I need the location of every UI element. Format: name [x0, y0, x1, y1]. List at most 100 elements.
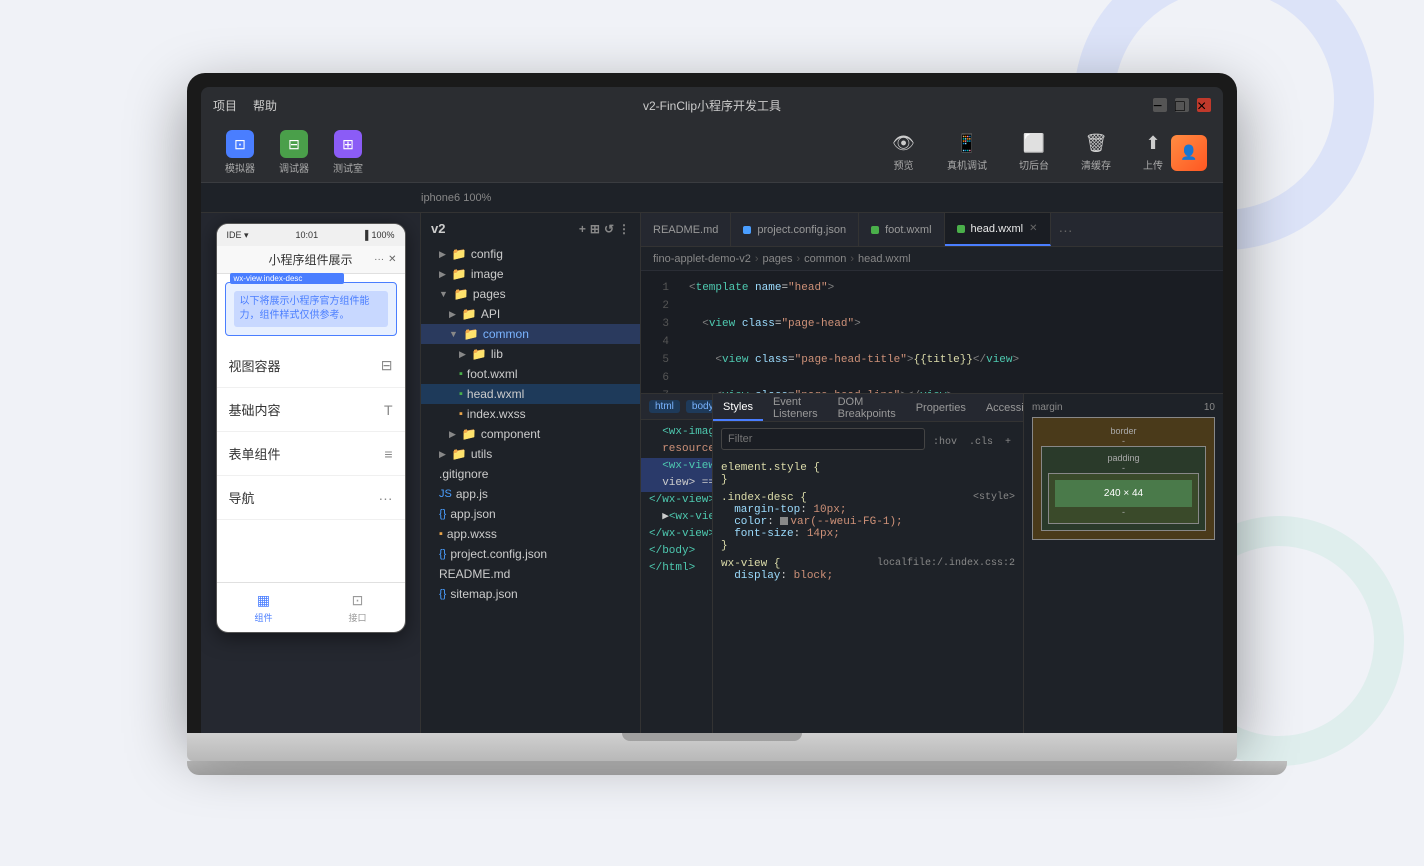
real-device-action[interactable]: 📱 真机调试 — [939, 129, 995, 176]
list-item-0[interactable]: 视图容器 ⊟ — [217, 344, 405, 388]
background-action[interactable]: ⬜ 切后台 — [1011, 129, 1057, 176]
user-avatar[interactable]: 👤 — [1171, 135, 1207, 171]
html-line-2[interactable]: <wx-view class="index-desc">以下将展示小程序官方组件… — [641, 458, 712, 475]
editor-panel: README.md project.config.json foot.wxml — [641, 213, 1223, 733]
tab-close-btn[interactable]: ✕ — [1029, 223, 1037, 234]
debugger-btn[interactable]: ⊟ 调试器 — [271, 126, 317, 179]
pseudo-cls[interactable]: .cls — [965, 436, 997, 449]
list-item-3[interactable]: 导航 ··· — [217, 476, 405, 520]
tree-item-appwxss[interactable]: ▪ app.wxss — [421, 524, 640, 544]
box-model-margin-val: 10 — [1204, 402, 1215, 413]
tree-item-appjson[interactable]: {} app.json — [421, 504, 640, 524]
phone-title: 小程序组件展示 — [268, 251, 352, 268]
menu-project[interactable]: 项目 — [213, 97, 237, 114]
folder-icon: 📁 — [472, 347, 487, 361]
pseudo-add[interactable]: + — [1001, 436, 1015, 449]
nav-item-1[interactable]: ⊡ 接口 — [311, 583, 405, 632]
val-display: block; — [794, 570, 834, 582]
clear-cache-label: 清缓存 — [1081, 157, 1111, 172]
tree-item-api[interactable]: ▶ 📁 API — [421, 304, 640, 324]
tree-label-appwxss: app.wxss — [447, 527, 497, 541]
devtools-style-tabs: Styles Event Listeners DOM Breakpoints P… — [713, 394, 1023, 422]
tree-item-pages[interactable]: ▼ 📁 pages — [421, 284, 640, 304]
tree-item-component[interactable]: ▶ 📁 component — [421, 424, 640, 444]
nav-icon-0: ▦ — [257, 592, 270, 609]
tree-item-foot-wxml[interactable]: ▪ foot.wxml — [421, 364, 640, 384]
upload-icon: ⬆ — [1145, 133, 1160, 154]
win-maximize[interactable]: □ — [1175, 98, 1189, 112]
pseudo-hov[interactable]: :hov — [929, 436, 961, 449]
tree-item-head-wxml[interactable]: ▪ head.wxml — [421, 384, 640, 404]
upload-label: 上传 — [1143, 157, 1163, 172]
list-icon-1: T — [384, 402, 393, 418]
menu-help[interactable]: 帮助 — [253, 97, 277, 114]
tab-project-config[interactable]: project.config.json — [731, 213, 859, 246]
style-tab-props[interactable]: Properties — [906, 394, 976, 421]
simulator-panel: IDE ▾ 10:01 ▌100% 小程序组件展示 ··· ✕ — [201, 213, 421, 733]
dt-tag-html[interactable]: html — [649, 400, 680, 413]
style-tab-dom[interactable]: DOM Breakpoints — [828, 394, 906, 421]
html-line-3[interactable]: view> == $0 — [641, 475, 712, 492]
tree-item-sitemap[interactable]: {} sitemap.json — [421, 584, 640, 604]
testroom-btn[interactable]: ⊞ 测试室 — [325, 126, 371, 179]
tree-icon-4[interactable]: ⋮ — [618, 222, 630, 236]
tree-icon-1[interactable]: + — [579, 222, 586, 236]
phone-frame: IDE ▾ 10:01 ▌100% 小程序组件展示 ··· ✕ — [216, 223, 406, 633]
file-icon-green: ▪ — [459, 368, 463, 380]
nav-icon-1: ⊡ — [352, 592, 364, 609]
box-padding-label: padding — [1048, 453, 1199, 463]
tab-foot-wxml[interactable]: foot.wxml — [859, 213, 944, 246]
tree-item-config[interactable]: ▶ 📁 config — [421, 244, 640, 264]
source-1[interactable]: <style> — [973, 492, 1015, 503]
tab-more-btn[interactable]: ··· — [1051, 213, 1081, 246]
tree-item-index-wxss[interactable]: ▪ index.wxss — [421, 404, 640, 424]
tree-icon-3[interactable]: ↺ — [604, 222, 614, 236]
tree-item-common[interactable]: ▼ 📁 common — [421, 324, 640, 344]
simulator-btn[interactable]: ⊡ 模拟器 — [217, 126, 263, 179]
tree-label-foot-wxml: foot.wxml — [467, 367, 518, 381]
real-device-icon: 📱 — [956, 133, 978, 154]
clear-cache-action[interactable]: 🗑 清缓存 — [1073, 129, 1119, 176]
preview-action[interactable]: 👁 预览 — [884, 129, 923, 176]
source-2[interactable]: localfile:/.index.css:2 — [877, 558, 1015, 569]
tree-item-image[interactable]: ▶ 📁 image — [421, 264, 640, 284]
background-icon: ⬜ — [1023, 133, 1045, 154]
tree-item-lib[interactable]: ▶ 📁 lib — [421, 344, 640, 364]
phone-content: wx-view.index-desc 240 × 44 以下将展示小程序官方组件… — [217, 282, 405, 582]
prop-display: display — [734, 570, 780, 582]
styles-filter-input[interactable] — [721, 428, 925, 450]
tab-head-wxml[interactable]: head.wxml ✕ — [945, 213, 1051, 246]
debugger-icon: ⊟ — [280, 130, 308, 158]
code-content[interactable]: <template name="head"> <view class="page… — [677, 271, 1223, 393]
file-icon-blue: {} — [439, 548, 446, 560]
dt-tag-body[interactable]: body — [686, 400, 713, 413]
tree-icon-2[interactable]: ⊞ — [590, 222, 600, 236]
win-minimize[interactable]: − — [1153, 98, 1167, 112]
code-area[interactable]: 1 2 3 4 5 6 7 8 <template name="head"> <… — [641, 271, 1223, 393]
tree-label-utils: utils — [471, 447, 492, 461]
nav-item-0[interactable]: ▦ 组件 — [217, 583, 311, 632]
phone-action-more[interactable]: ··· — [374, 254, 384, 265]
tree-item-appjs[interactable]: JS app.js — [421, 484, 640, 504]
upload-action[interactable]: ⬆ 上传 — [1135, 129, 1171, 176]
tree-label-readme: README.md — [439, 567, 510, 581]
tree-header: v2 + ⊞ ↺ ⋮ — [421, 213, 640, 244]
phone-action-close[interactable]: ✕ — [388, 254, 396, 265]
tab-readme[interactable]: README.md — [641, 213, 731, 246]
html-line-7: </body> — [641, 543, 712, 560]
tree-item-project-config[interactable]: {} project.config.json — [421, 544, 640, 564]
component-text: 以下将展示小程序官方组件能力，组件样式仅供参考。 — [234, 291, 388, 327]
list-item-2[interactable]: 表单组件 ≡ — [217, 432, 405, 476]
breadcrumb-sep-2: › — [850, 253, 854, 265]
devtools-html-content[interactable]: <wx-image class="index-logo" src="../res… — [641, 420, 712, 733]
style-tab-styles[interactable]: Styles — [713, 394, 763, 421]
main-content: IDE ▾ 10:01 ▌100% 小程序组件展示 ··· ✕ — [201, 213, 1223, 733]
style-tab-access[interactable]: Accessibility — [976, 394, 1023, 421]
win-close[interactable]: × — [1197, 98, 1211, 112]
tree-item-utils[interactable]: ▶ 📁 utils — [421, 444, 640, 464]
devtools-html-panel: html body wx-view.index wx-view.index-hd… — [641, 394, 713, 733]
tree-item-readme[interactable]: README.md — [421, 564, 640, 584]
list-item-1[interactable]: 基础内容 T — [217, 388, 405, 432]
tree-item-gitignore[interactable]: .gitignore — [421, 464, 640, 484]
style-tab-events[interactable]: Event Listeners — [763, 394, 828, 421]
